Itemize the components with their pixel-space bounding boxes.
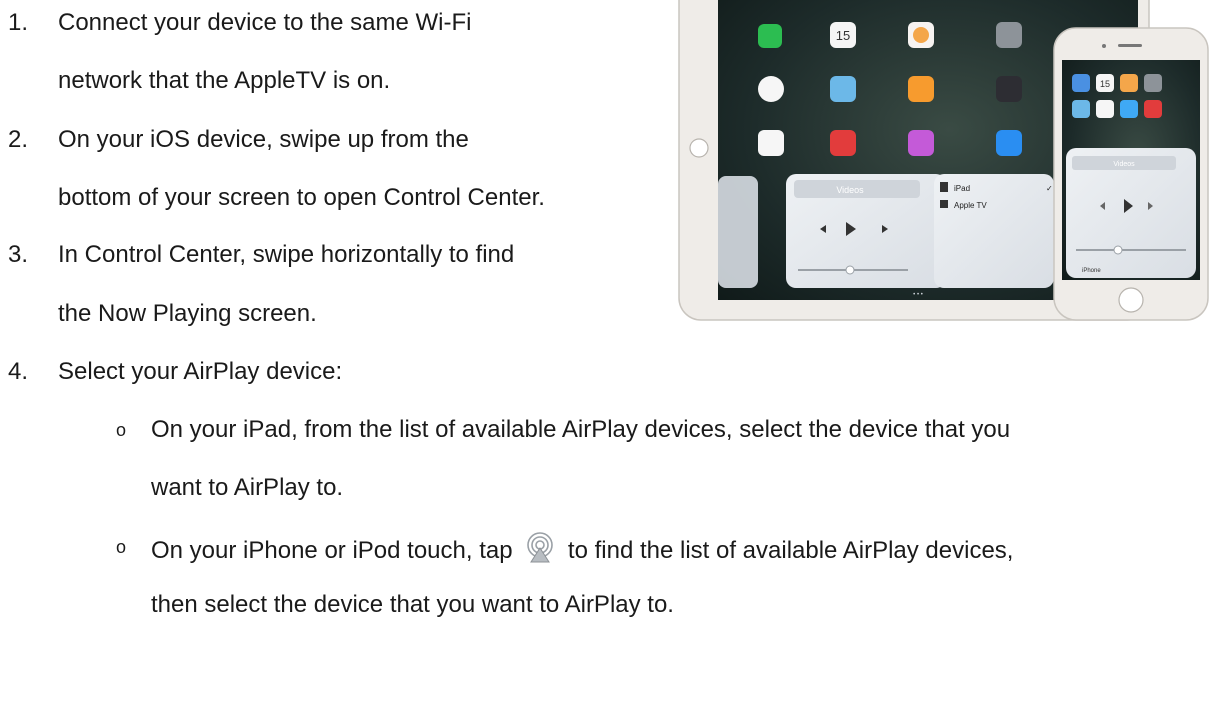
home-icon (908, 76, 934, 102)
iphone-home-button (1118, 287, 1144, 313)
step-2-number: 2. (8, 126, 29, 153)
step-2-line-2: bottom of your screen to open Control Ce… (58, 184, 545, 211)
sub-bullet-2-line-2: then select the device that you want to … (151, 591, 674, 618)
step-1-line-1: Connect your device to the same Wi-Fi (58, 9, 472, 36)
reminders-icon (758, 130, 784, 156)
ipad-left-cc-panel (718, 176, 758, 288)
ipad-page-dots: • • • (913, 292, 923, 298)
sub-bullet-1-marker: o (116, 420, 127, 440)
iphone-output-device: iPhone (1082, 268, 1101, 274)
sub-bullet-1-line-1: On your iPad, from the list of available… (151, 416, 1011, 443)
ipad-airplay-device-2: Apple TV (954, 201, 987, 210)
airplay-icon (523, 532, 557, 572)
maps-icon (830, 76, 856, 102)
ipad-home-button (689, 138, 709, 158)
step-3-line-1: In Control Center, swipe horizontally to… (58, 241, 515, 268)
step-2-line-1: On your iOS device, swipe up from the (58, 126, 469, 153)
sub-bullet-2-line-1: On your iPhone or iPod touch, tap to fin… (151, 532, 1013, 572)
step-1-line-2: network that the AppleTV is on. (58, 67, 391, 94)
step-3-number: 3. (8, 241, 29, 268)
ipad-airplay-check: ✓ (1046, 184, 1053, 193)
sub-bullet-2-marker: o (116, 537, 127, 557)
step-4-number: 4. (8, 358, 29, 385)
sub-bullet-2-text-after: to find the list of available AirPlay de… (567, 537, 1014, 564)
itunes-store-icon (908, 130, 934, 156)
app-store-icon (996, 130, 1022, 156)
iphone-device: 15 Videos iPhone (1053, 27, 1209, 321)
clock-icon (758, 76, 784, 102)
ipad-airplay-device-1: iPad (954, 184, 970, 193)
iphone-calendar-date: 15 (1100, 79, 1110, 89)
ipad-now-playing-title: Videos (836, 185, 864, 195)
step-3-line-2: the Now Playing screen. (58, 300, 317, 327)
ipad-calendar-date: 15 (836, 28, 850, 43)
iphone-now-playing-title: Videos (1113, 161, 1135, 168)
document-page: 1. Connect your device to the same Wi-Fi… (0, 0, 1213, 725)
news-icon (830, 130, 856, 156)
device-illustration: 15 Videos iPad ✓ Apple TV • • • 15 Video… (678, 0, 1210, 322)
videos-icon (996, 76, 1022, 102)
step-4-line-1: Select your AirPlay device: (58, 358, 343, 385)
camera-icon (996, 22, 1022, 48)
facetime-icon (758, 24, 782, 48)
ipad-airplay-panel (934, 174, 1054, 288)
sub-bullet-2-text-before: On your iPhone or iPod touch, tap (151, 537, 513, 564)
iphone-speaker (1118, 44, 1142, 47)
sub-bullet-1-line-2: want to AirPlay to. (151, 474, 344, 501)
step-1-number: 1. (8, 9, 29, 36)
